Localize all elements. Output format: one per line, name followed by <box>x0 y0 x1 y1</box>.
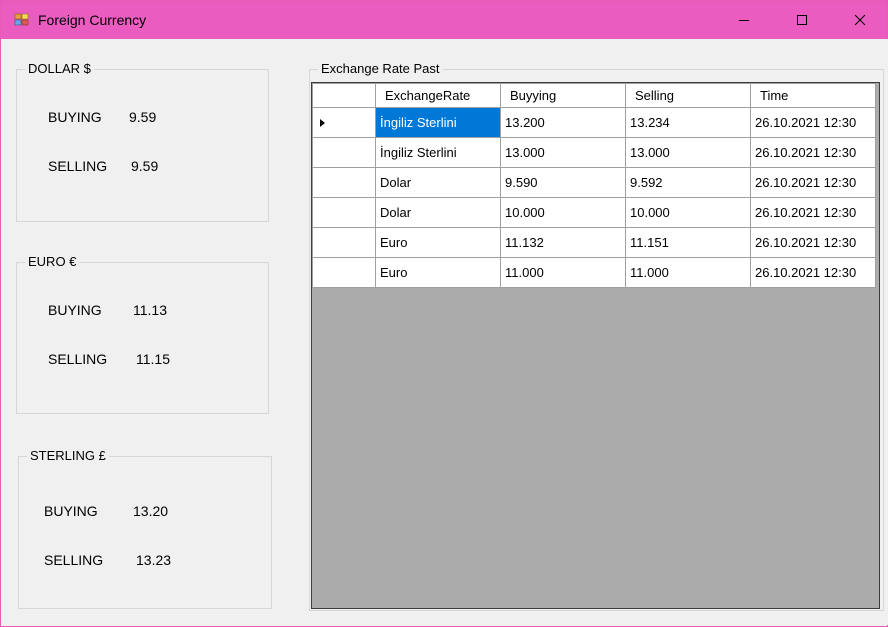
sterling-buying-label: BUYING <box>44 503 98 519</box>
minimize-icon <box>739 20 749 21</box>
close-icon <box>854 14 866 26</box>
sterling-selling-label: SELLING <box>44 552 104 568</box>
table-cell[interactable]: İngiliz Sterlini <box>375 107 501 138</box>
table-cell[interactable]: 13.234 <box>625 107 751 138</box>
table-cell[interactable]: Dolar <box>375 167 501 198</box>
table-cell[interactable]: Euro <box>375 227 501 258</box>
table-cell[interactable]: 11.132 <box>500 227 626 258</box>
sterling-legend: STERLING £ <box>27 448 109 463</box>
table-cell[interactable]: 11.000 <box>625 257 751 288</box>
table-cell[interactable]: 11.000 <box>500 257 626 288</box>
euro-groupbox: EURO € BUYING 11.13 SELLING 11.15 <box>16 254 269 414</box>
window-title: Foreign Currency <box>38 12 147 28</box>
title-bar[interactable]: Foreign Currency <box>1 1 887 39</box>
euro-buying-value: 11.13 <box>133 302 167 318</box>
column-header-exchangerate[interactable]: ExchangeRate <box>375 83 501 108</box>
table-cell[interactable]: 9.590 <box>500 167 626 198</box>
table-cell[interactable]: 13.200 <box>500 107 626 138</box>
column-header-selling[interactable]: Selling <box>625 83 751 108</box>
sterling-buying-value: 13.20 <box>133 503 169 519</box>
history-legend: Exchange Rate Past <box>318 61 443 76</box>
table-cell[interactable]: Dolar <box>375 197 501 228</box>
maximize-icon <box>797 15 807 25</box>
table-cell[interactable]: 9.592 <box>625 167 751 198</box>
table-row[interactable]: İngiliz Sterlini 13.200 13.234 26.10.202… <box>312 107 876 138</box>
row-header[interactable] <box>312 107 376 138</box>
table-cell[interactable]: 26.10.2021 12:30 <box>750 227 876 258</box>
euro-selling-label: SELLING <box>48 351 108 367</box>
table-cell[interactable]: 11.151 <box>625 227 751 258</box>
table-cell[interactable]: 13.000 <box>625 137 751 168</box>
euro-buying-label: BUYING <box>48 302 102 318</box>
current-row-arrow-icon <box>320 119 325 127</box>
table-cell[interactable]: 26.10.2021 12:30 <box>750 167 876 198</box>
row-header[interactable] <box>312 257 376 288</box>
header-row: ExchangeRate Buyying Selling Time <box>312 83 876 108</box>
close-button[interactable] <box>831 1 888 39</box>
euro-legend: EURO € <box>25 254 80 269</box>
sterling-groupbox: STERLING £ BUYING 13.20 SELLING 13.23 <box>18 448 272 609</box>
exchange-rate-grid[interactable]: ExchangeRate Buyying Selling Time İngili… <box>311 82 880 609</box>
table-cell[interactable]: Euro <box>375 257 501 288</box>
table-cell[interactable]: 26.10.2021 12:30 <box>750 197 876 228</box>
table-row[interactable]: Dolar 9.590 9.592 26.10.2021 12:30 <box>312 167 876 198</box>
row-header[interactable] <box>312 197 376 228</box>
maximize-button[interactable] <box>773 1 831 39</box>
dollar-groupbox: DOLLAR $ BUYING 9.59 SELLING 9.59 <box>16 61 269 222</box>
table-row[interactable]: Euro 11.000 11.000 26.10.2021 12:30 <box>312 257 876 288</box>
table-cell[interactable]: 26.10.2021 12:30 <box>750 257 876 288</box>
minimize-button[interactable] <box>715 1 773 39</box>
sterling-selling-value: 13.23 <box>136 552 172 568</box>
grid-table: ExchangeRate Buyying Selling Time İngili… <box>312 83 876 288</box>
app-icon <box>14 13 29 26</box>
euro-selling-value: 11.15 <box>136 351 170 367</box>
table-row[interactable]: Euro 11.132 11.151 26.10.2021 12:30 <box>312 227 876 258</box>
main-window: Foreign Currency DOLLAR $ BUYING 9.59 SE… <box>0 0 888 627</box>
table-cell[interactable]: 13.000 <box>500 137 626 168</box>
dollar-selling-value: 9.59 <box>131 158 159 174</box>
row-header[interactable] <box>312 227 376 258</box>
table-cell[interactable]: İngiliz Sterlini <box>375 137 501 168</box>
row-header-corner[interactable] <box>312 83 376 108</box>
table-row[interactable]: Dolar 10.000 10.000 26.10.2021 12:30 <box>312 197 876 228</box>
dollar-legend: DOLLAR $ <box>25 61 94 76</box>
row-header[interactable] <box>312 167 376 198</box>
dollar-buying-label: BUYING <box>48 109 102 125</box>
table-row[interactable]: İngiliz Sterlini 13.000 13.000 26.10.202… <box>312 137 876 168</box>
table-cell[interactable]: 26.10.2021 12:30 <box>750 107 876 138</box>
dollar-selling-label: SELLING <box>48 158 108 174</box>
dollar-buying-value: 9.59 <box>129 109 157 125</box>
client-area: DOLLAR $ BUYING 9.59 SELLING 9.59 EURO €… <box>2 39 888 625</box>
table-cell[interactable]: 10.000 <box>500 197 626 228</box>
column-header-time[interactable]: Time <box>750 83 876 108</box>
table-cell[interactable]: 26.10.2021 12:30 <box>750 137 876 168</box>
table-cell[interactable]: 10.000 <box>625 197 751 228</box>
row-header[interactable] <box>312 137 376 168</box>
column-header-buying[interactable]: Buyying <box>500 83 626 108</box>
